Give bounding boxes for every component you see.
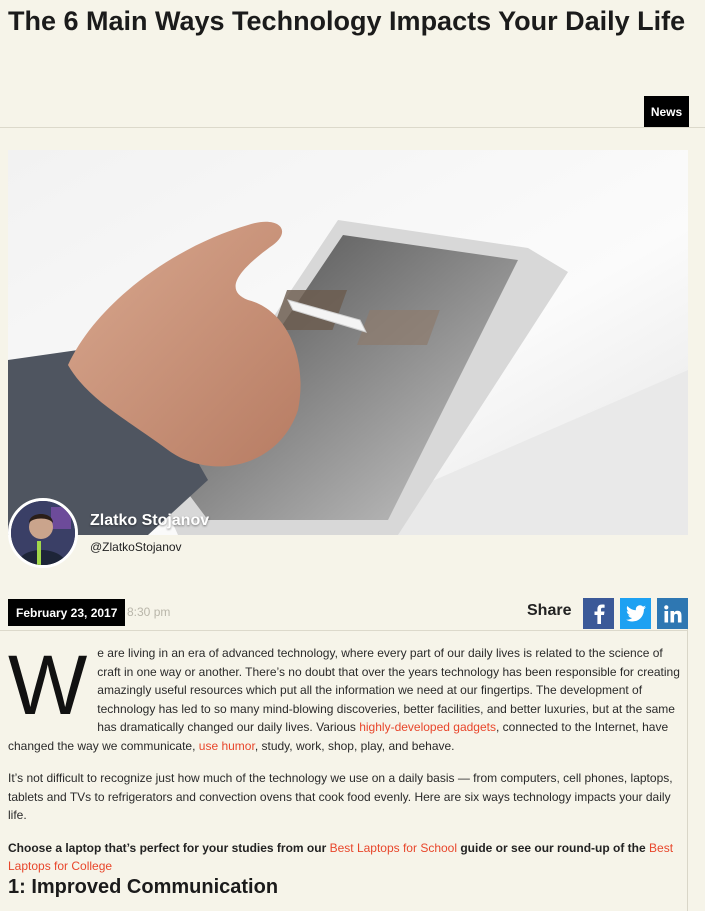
publish-date: February 23, 2017	[8, 599, 126, 626]
author-handle[interactable]: @ZlatkoStojanov	[90, 540, 182, 554]
author-name[interactable]: Zlatko Stojanov	[90, 512, 209, 530]
facebook-icon	[594, 604, 605, 624]
link-use-humor[interactable]: use humor	[199, 739, 255, 753]
linkedin-icon	[663, 604, 681, 622]
author-avatar[interactable]	[8, 498, 78, 568]
share-twitter-button[interactable]	[620, 598, 651, 629]
link-highly-developed-gadgets[interactable]: highly-developed gadgets	[359, 720, 496, 734]
hero-image	[8, 150, 688, 535]
article-title: The 6 Main Ways Technology Impacts Your …	[8, 6, 686, 36]
laptop-cta-paragraph: Choose a laptop that’s perfect for your …	[8, 839, 680, 876]
cta-text-1: Choose a laptop that’s perfect for your …	[8, 840, 330, 855]
share-facebook-button[interactable]	[583, 598, 614, 629]
twitter-icon	[625, 605, 646, 622]
link-best-laptops-school[interactable]: Best Laptops for School	[330, 841, 457, 855]
author-card: Zlatko Stojanov @ZlatkoStojanov	[8, 498, 688, 573]
drop-cap: W	[8, 638, 88, 732]
intro-paragraph: We are living in an era of advanced tech…	[8, 638, 680, 755]
publish-time: 8:30 pm	[127, 605, 171, 619]
meta-divider	[0, 630, 687, 631]
content-divider-vertical	[687, 600, 688, 911]
article-body: We are living in an era of advanced tech…	[8, 638, 680, 890]
share-linkedin-button[interactable]	[657, 598, 688, 629]
section-heading: 1: Improved Communication	[8, 876, 279, 898]
cta-text-2: guide or see our round-up of the	[457, 840, 650, 855]
share-label: Share	[527, 602, 572, 619]
intro-text-3: , study, work, shop, play, and behave.	[254, 738, 455, 753]
paragraph-2: It’s not difficult to recognize just how…	[8, 771, 673, 822]
header-divider	[0, 127, 705, 128]
category-badge[interactable]: News	[644, 96, 689, 127]
